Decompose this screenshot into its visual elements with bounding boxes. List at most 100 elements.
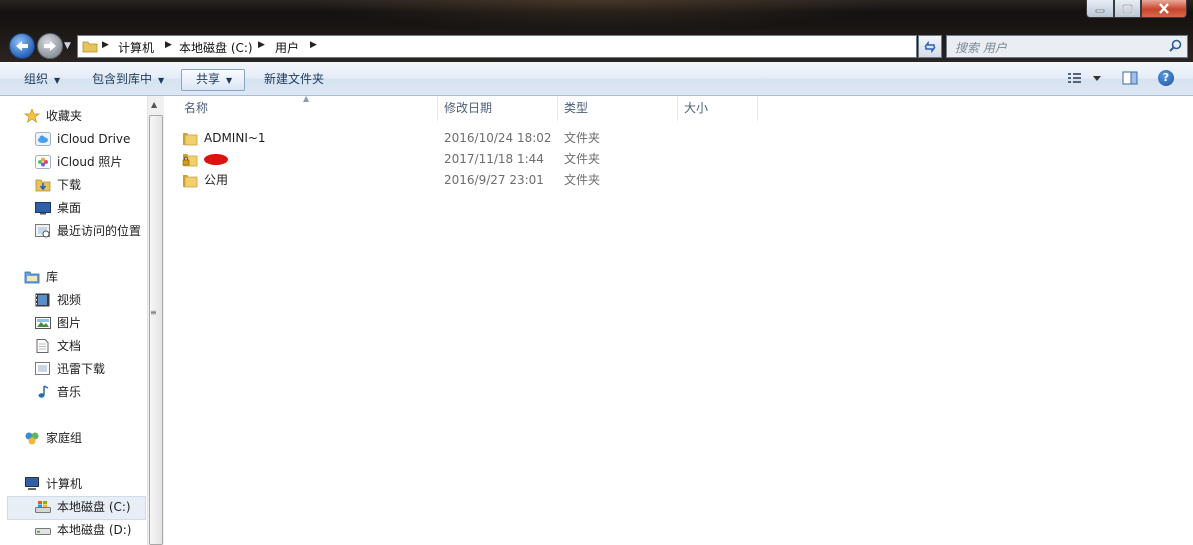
nav-item-label: 音乐 xyxy=(57,385,82,399)
maximize-icon xyxy=(1122,3,1133,14)
include-in-library-button[interactable]: 包含到库中 ▼ xyxy=(86,69,170,89)
nav-item-label: 图片 xyxy=(57,316,82,330)
help-icon: ? xyxy=(1162,71,1170,84)
breadcrumb-arrow-icon[interactable]: ▶ xyxy=(165,40,172,50)
command-bar: 组织 ▼ 包含到库中 ▼ 共享 ▼ 新建文件夹 ? xyxy=(0,62,1193,96)
nav-item-label: 迅雷下载 xyxy=(57,362,106,376)
nav-homegroup-label: 家庭组 xyxy=(46,431,83,445)
close-button[interactable] xyxy=(1141,0,1187,18)
folder-icon xyxy=(82,41,98,53)
search-input[interactable]: 搜索 用户 xyxy=(946,35,1188,58)
column-header-size[interactable]: 大小 xyxy=(678,96,758,121)
recent-places-icon xyxy=(35,224,50,238)
breadcrumb-arrow-icon[interactable]: ▶ xyxy=(258,40,265,50)
icloud-photos-icon xyxy=(35,155,51,169)
library-icon xyxy=(24,271,40,284)
file-row[interactable]: 公用 2016/9/27 23:01 文件夹 xyxy=(178,170,778,191)
redacted-name-mark xyxy=(204,154,228,165)
column-header-label: 类型 xyxy=(564,101,589,115)
recent-pages-dropdown[interactable]: ▼ xyxy=(64,41,71,51)
column-header-label: 名称 xyxy=(184,101,209,115)
documents-icon xyxy=(36,339,49,353)
minimize-icon xyxy=(1095,9,1105,12)
videos-icon xyxy=(35,293,50,307)
file-type: 文件夹 xyxy=(564,131,601,145)
nav-item-label: 桌面 xyxy=(57,201,82,215)
nav-item-label: 视频 xyxy=(57,293,82,307)
help-button[interactable]: ? xyxy=(1158,70,1174,86)
preview-pane-icon xyxy=(1122,71,1138,85)
nav-item-label: 最近访问的位置 xyxy=(57,224,142,238)
forward-arrow-icon xyxy=(44,41,56,51)
title-bar-glow xyxy=(300,0,900,30)
breadcrumb-drive-c[interactable]: 本地磁盘 (C:) xyxy=(179,39,253,56)
locked-folder-icon xyxy=(182,154,198,167)
nav-item-label: iCloud 照片 xyxy=(57,155,123,169)
nav-item-label: 下载 xyxy=(57,178,82,192)
search-icon[interactable] xyxy=(1169,39,1182,52)
file-name: 公用 xyxy=(204,173,229,187)
organize-button[interactable]: 组织 ▼ xyxy=(18,69,66,89)
folder-icon xyxy=(183,175,198,188)
search-placeholder: 搜索 用户 xyxy=(955,41,1007,55)
refresh-button[interactable] xyxy=(918,35,942,58)
column-header-name[interactable]: 名称 xyxy=(178,96,438,121)
music-icon xyxy=(38,385,49,398)
column-header-label: 修改日期 xyxy=(444,101,493,115)
chevron-down-icon: ▼ xyxy=(158,76,165,85)
share-button[interactable]: 共享 ▼ xyxy=(181,69,246,91)
caption-buttons xyxy=(1086,0,1187,19)
refresh-icon xyxy=(924,40,936,53)
new-folder-button[interactable]: 新建文件夹 xyxy=(258,69,330,89)
column-header-modified[interactable]: 修改日期 xyxy=(438,96,558,121)
nav-item-label: 本地磁盘 (D:) xyxy=(57,523,132,537)
thunder-download-icon xyxy=(35,362,50,375)
column-header-type[interactable]: 类型 xyxy=(558,96,678,121)
file-modified: 2016/10/24 18:02 xyxy=(444,131,552,145)
include-in-library-label: 包含到库中 xyxy=(92,72,153,86)
back-arrow-icon xyxy=(16,41,28,51)
title-bar xyxy=(0,0,1193,30)
nav-favorites-label: 收藏夹 xyxy=(46,109,83,123)
star-icon xyxy=(24,109,40,123)
homegroup-icon xyxy=(25,432,39,445)
minimize-button[interactable] xyxy=(1086,0,1114,18)
nav-item-label: 本地磁盘 (C:) xyxy=(57,500,131,514)
file-type: 文件夹 xyxy=(564,152,601,166)
maximize-button[interactable] xyxy=(1114,0,1141,18)
file-list: ▲ 名称 修改日期 类型 大小 ADMINI~1 2016/10/24 18:0… xyxy=(164,94,1193,545)
folder-icon xyxy=(183,133,198,146)
view-details-icon xyxy=(1068,73,1101,83)
scroll-up-arrow-icon[interactable]: ▲ xyxy=(151,100,157,109)
address-bar[interactable]: ▶ 计算机 ▶ 本地磁盘 (C:) ▶ 用户 ▶ ▼ xyxy=(77,35,987,58)
nav-scrollbar[interactable]: ▲ ≡ xyxy=(147,96,165,545)
breadcrumb-users[interactable]: 用户 xyxy=(275,39,299,56)
column-header-label: 大小 xyxy=(684,101,709,115)
preview-pane-button[interactable] xyxy=(1122,71,1138,88)
scrollbar-grip-icon: ≡ xyxy=(150,308,157,317)
computer-icon xyxy=(25,477,39,490)
nav-libraries-label: 库 xyxy=(46,270,59,284)
chevron-down-icon: ▼ xyxy=(54,76,61,85)
breadcrumb-computer[interactable]: 计算机 xyxy=(118,39,154,56)
desktop-icon xyxy=(35,202,51,215)
scrollbar-thumb[interactable] xyxy=(149,115,163,545)
nav-computer-label: 计算机 xyxy=(46,477,83,491)
breadcrumb-arrow-icon[interactable]: ▶ xyxy=(310,40,317,50)
icloud-drive-icon xyxy=(35,132,51,146)
file-modified: 2017/11/18 1:44 xyxy=(444,152,544,166)
organize-label: 组织 xyxy=(24,72,49,86)
file-modified: 2016/9/27 23:01 xyxy=(444,173,544,187)
close-icon xyxy=(1159,3,1169,14)
forward-button[interactable] xyxy=(37,33,63,59)
file-row[interactable]: ADMINI~1 2016/10/24 18:02 文件夹 xyxy=(178,128,778,149)
back-button[interactable] xyxy=(9,33,35,59)
drive-icon xyxy=(35,528,51,535)
file-row[interactable]: 2017/11/18 1:44 文件夹 xyxy=(178,149,778,170)
navigation-pane: 收藏夹 iCloud Drive iCloud 照片 下载 桌面 最近访问的位置… xyxy=(0,96,147,545)
chevron-down-icon: ▼ xyxy=(226,76,233,85)
pictures-icon xyxy=(35,317,51,329)
change-view-button[interactable] xyxy=(1066,71,1106,88)
breadcrumb-arrow-icon[interactable]: ▶ xyxy=(102,40,109,50)
nav-item-label: iCloud Drive xyxy=(57,132,131,146)
